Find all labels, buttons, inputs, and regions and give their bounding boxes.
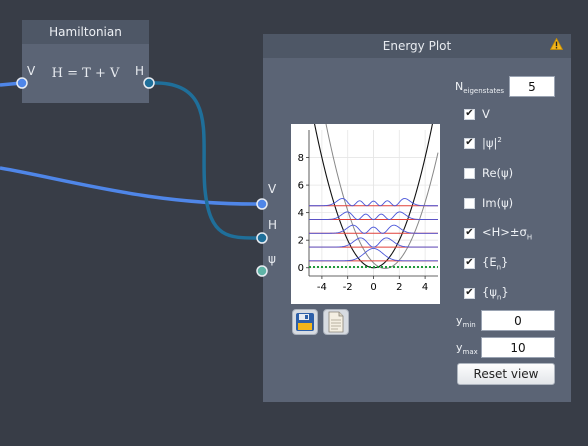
save-icon: [296, 313, 314, 331]
hamiltonian-body: V H = T + V H: [22, 44, 149, 103]
x-tick-label: -4: [317, 282, 327, 293]
warning-icon[interactable]: [550, 38, 563, 50]
x-tick-label: 0: [370, 282, 376, 293]
energy-plot-psi-label: ψ: [268, 252, 276, 266]
checkbox-label: |ψ|2: [482, 136, 502, 150]
y-tick-label: 2: [298, 236, 304, 247]
hamiltonian-formula: H = T + V: [51, 66, 120, 81]
x-tick-label: 4: [422, 282, 428, 293]
checkbox-label: Im(ψ): [482, 196, 514, 210]
energy-plot-chart[interactable]: -4 -2 0 2 4 0 2 4 6 8: [291, 116, 440, 304]
ymax-input[interactable]: 10: [481, 337, 555, 358]
eigenstates-label: Neigenstates: [455, 80, 505, 96]
energy-plot-title-bar: Energy Plot: [263, 34, 571, 58]
checkbox-label: Re(ψ): [482, 166, 514, 180]
checkbox[interactable]: ✔: [464, 137, 475, 149]
hamiltonian-wire: [148, 81, 263, 240]
x-tick-label: -2: [343, 282, 353, 293]
ymin-label: ymin: [456, 314, 476, 330]
incoming-v-wire: [0, 81, 23, 87]
save-button[interactable]: [292, 309, 318, 335]
y-tick-label: 0: [298, 263, 304, 274]
checkbox[interactable]: ✔: [464, 227, 475, 239]
hamiltonian-output-label: H: [134, 64, 144, 78]
checkbox[interactable]: ✔: [464, 257, 475, 269]
y-tick-label: 8: [298, 153, 304, 164]
reset-view-button[interactable]: Reset view: [457, 363, 555, 385]
y-tick-label: 6: [298, 181, 304, 192]
checkbox-row[interactable]: Re(ψ): [464, 165, 513, 181]
potential-wire: [0, 166, 263, 206]
checkbox-row[interactable]: Im(ψ): [464, 195, 513, 211]
ymax-label: ymax: [456, 341, 478, 357]
checkbox[interactable]: [464, 197, 475, 209]
y-tick-label: 4: [298, 208, 304, 219]
checkbox-row[interactable]: ✔ <H>±σH: [464, 225, 532, 241]
checkbox[interactable]: ✔: [464, 287, 475, 299]
checkbox-label: {En}: [482, 254, 509, 272]
ymin-input[interactable]: 0: [481, 310, 555, 331]
checkbox-row[interactable]: ✔ {ψn}: [464, 285, 509, 301]
checkbox[interactable]: [464, 167, 475, 179]
checkbox-label: {ψn}: [482, 284, 509, 302]
hamiltonian-node[interactable]: Hamiltonian V H = T + V H: [22, 20, 149, 103]
checkbox-row[interactable]: ✔ V: [464, 106, 490, 122]
eigenstates-input[interactable]: 5: [509, 76, 555, 97]
x-tick-label: 2: [396, 282, 402, 293]
hamiltonian-title: Hamiltonian: [22, 20, 149, 44]
energy-plot-svg: -4 -2 0 2 4 0 2 4 6 8: [298, 116, 439, 293]
energy-plot-title: Energy Plot: [382, 39, 452, 53]
energy-plot-h-label: H: [268, 218, 278, 232]
checkbox-label: <H>±σH: [482, 224, 533, 242]
checkbox-row[interactable]: ✔ {En}: [464, 255, 508, 271]
document-icon: [328, 311, 344, 333]
checkbox-label: V: [482, 107, 490, 121]
checkbox-row[interactable]: ✔ |ψ|2: [464, 135, 502, 151]
document-button[interactable]: [323, 309, 349, 335]
energy-plot-v-label: V: [268, 182, 277, 196]
checkbox[interactable]: ✔: [464, 108, 475, 120]
